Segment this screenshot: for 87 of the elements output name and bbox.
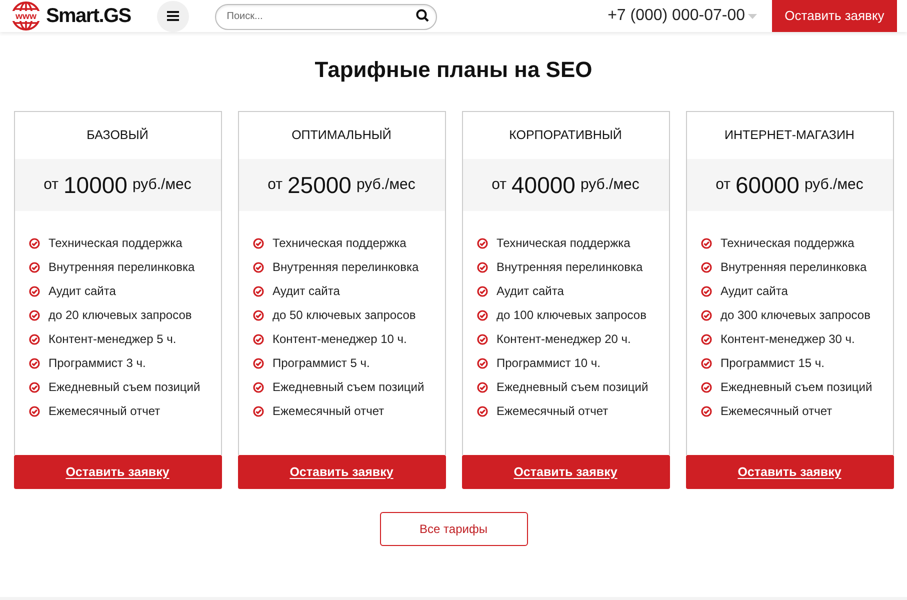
menu-button[interactable] <box>156 0 189 32</box>
check-circle-icon <box>28 382 40 392</box>
logo-badge: www <box>10 11 42 21</box>
feature-text: Ежемесячный отчет <box>720 403 832 420</box>
feature-text: Техническая поддержка <box>48 235 182 252</box>
feature-text: Аудит сайта <box>272 283 340 300</box>
feature-text: Контент-менеджер 20 ч. <box>496 331 631 348</box>
all-plans-button[interactable]: Все тарифы <box>380 512 528 546</box>
check-circle-icon <box>476 238 488 248</box>
plan-name: КОРПОРАТИВНЫЙ <box>508 126 623 144</box>
check-circle-icon <box>252 334 264 344</box>
check-circle-icon <box>700 262 712 272</box>
feature-text: до 50 ключевых запросов <box>272 307 416 324</box>
check-circle-icon <box>252 310 264 320</box>
check-circle-icon <box>476 262 488 272</box>
feature-text: Техническая поддержка <box>496 235 630 252</box>
check-circle-icon <box>700 358 712 368</box>
check-circle-icon <box>252 238 264 248</box>
feature-text: Аудит сайта <box>496 283 564 300</box>
feature-text: Техническая поддержка <box>272 235 406 252</box>
check-circle-icon <box>700 406 712 416</box>
check-circle-icon <box>252 262 264 272</box>
check-circle-icon <box>476 358 488 368</box>
check-circle-icon <box>28 286 40 296</box>
feature-text: Внутренняя перелинковка <box>720 259 867 276</box>
check-circle-icon <box>28 310 40 320</box>
feature-text: Внутренняя перелинковка <box>496 259 643 276</box>
feature-text: Контент-менеджер 30 ч. <box>720 331 855 348</box>
feature-text: Программист 5 ч. <box>272 355 370 372</box>
feature-text: Ежедневный съем позиций <box>48 379 200 396</box>
check-circle-icon <box>28 406 40 416</box>
check-circle-icon <box>252 358 264 368</box>
check-circle-icon <box>28 238 40 248</box>
plan-name: ИНТЕРНЕТ-МАГАЗИН <box>724 127 856 144</box>
feature-text: Аудит сайта <box>720 283 788 300</box>
check-circle-icon <box>476 406 488 416</box>
feature-text: до 300 ключевых запросов <box>720 307 870 324</box>
plan-price: от 25000 руб./мес <box>238 159 444 211</box>
check-circle-icon <box>700 310 712 320</box>
feature-text: Ежедневный съем позиций <box>720 379 872 396</box>
feature-text: Контент-менеджер 10 ч. <box>272 331 407 348</box>
request-button[interactable]: Оставить заявку <box>772 0 897 32</box>
section-title: Тарифные планы на SEO <box>314 56 594 84</box>
check-circle-icon <box>252 382 264 392</box>
feature-text: Внутренняя перелинковка <box>48 259 195 276</box>
check-circle-icon <box>476 382 488 392</box>
plan-request-button[interactable]: Оставить заявку <box>238 455 446 489</box>
feature-text: Ежемесячный отчет <box>496 403 608 420</box>
feature-text: Техническая поддержка <box>720 235 854 252</box>
logo-text: Smart.GS <box>46 4 131 29</box>
feature-text: до 20 ключевых запросов <box>48 307 192 324</box>
plan-price: от 40000 руб./мес <box>462 159 668 211</box>
check-circle-icon <box>28 334 40 344</box>
check-circle-icon <box>476 310 488 320</box>
feature-text: Ежемесячный отчет <box>48 403 160 420</box>
check-circle-icon <box>476 334 488 344</box>
plan-request-button[interactable]: Оставить заявку <box>14 455 222 489</box>
feature-text: Программист 15 ч. <box>720 355 824 372</box>
plan-price: от 60000 руб./мес <box>686 159 892 211</box>
check-circle-icon <box>700 238 712 248</box>
menu-icon <box>166 11 179 21</box>
plan-price: от 10000 руб./мес <box>14 159 220 211</box>
feature-text: Контент-менеджер 5 ч. <box>48 331 176 348</box>
check-circle-icon <box>700 286 712 296</box>
feature-text: Аудит сайта <box>48 283 116 300</box>
check-circle-icon <box>28 358 40 368</box>
check-circle-icon <box>700 334 712 344</box>
search-field[interactable]: Поиск... <box>214 4 437 30</box>
feature-text: Ежедневный съем позиций <box>272 379 424 396</box>
feature-text: Ежемесячный отчет <box>272 403 384 420</box>
phone-number[interactable]: +7 (000) 000-07-00 <box>608 4 745 28</box>
check-circle-icon <box>252 286 264 296</box>
feature-text: Внутренняя перелинковка <box>272 259 419 276</box>
feature-text: Ежедневный съем позиций <box>496 379 648 396</box>
check-circle-icon <box>28 262 40 272</box>
check-circle-icon <box>700 382 712 392</box>
logo[interactable]: www Smart.GS <box>10 0 131 32</box>
check-circle-icon <box>252 406 264 416</box>
feature-text: Программист 3 ч. <box>48 355 146 372</box>
plan-request-button[interactable]: Оставить заявку <box>686 455 894 489</box>
plan-name: БАЗОВЫЙ <box>86 126 150 144</box>
check-circle-icon <box>476 286 488 296</box>
plan-request-button[interactable]: Оставить заявку <box>462 455 670 489</box>
search-icon[interactable] <box>416 9 429 22</box>
feature-text: до 100 ключевых запросов <box>496 307 646 324</box>
feature-text: Программист 10 ч. <box>496 355 600 372</box>
plan-name: ОПТИМАЛЬНЫЙ <box>290 126 392 144</box>
